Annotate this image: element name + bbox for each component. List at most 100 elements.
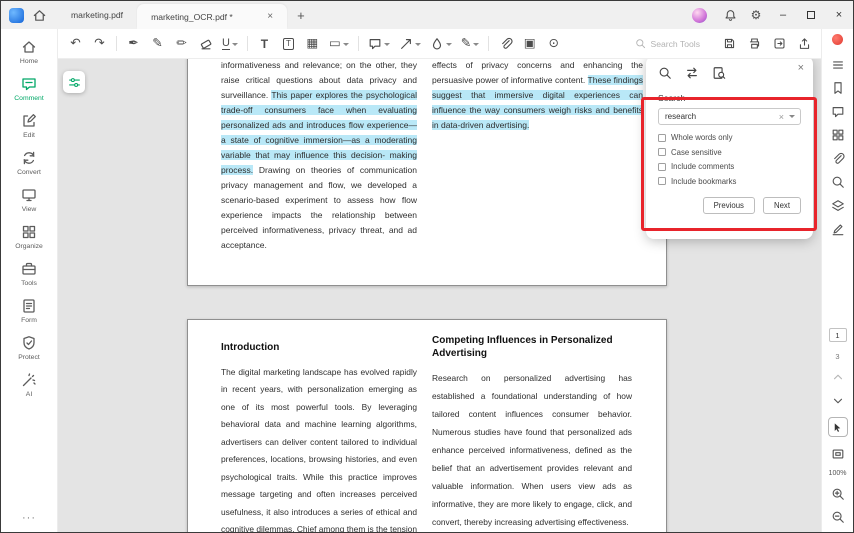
- right-rail: 1 3 100%: [821, 29, 853, 532]
- checkbox[interactable]: [658, 133, 666, 142]
- replace-swap-icon[interactable]: [685, 66, 699, 80]
- display-settings-button[interactable]: [63, 71, 85, 93]
- user-avatar[interactable]: [692, 7, 707, 23]
- line-arrow-button[interactable]: [399, 34, 421, 54]
- attachments-icon[interactable]: [831, 152, 845, 166]
- text-box-button[interactable]: T: [281, 34, 296, 54]
- home-icon[interactable]: [32, 8, 47, 23]
- next-page-chevron-icon[interactable]: [831, 394, 845, 408]
- sidebar-item-ai[interactable]: AI: [1, 366, 57, 403]
- sidebar-item-tools[interactable]: Tools: [1, 255, 57, 292]
- previous-page-chevron-icon[interactable]: [831, 370, 845, 384]
- tab-marketing-pdf[interactable]: marketing.pdf: [57, 1, 137, 29]
- highlight-pen-icon[interactable]: ✒: [126, 34, 141, 54]
- page-thumbnails-icon[interactable]: [831, 128, 845, 142]
- panel-menu-icon[interactable]: [831, 58, 845, 72]
- settings-gear-icon[interactable]: ⚙: [743, 1, 769, 29]
- chevron-down-icon: [342, 42, 349, 49]
- signature-pen-icon[interactable]: [831, 222, 845, 236]
- stamp-button[interactable]: ▣: [522, 34, 537, 54]
- export-icon[interactable]: [773, 37, 786, 50]
- bookmarks-icon[interactable]: [831, 81, 845, 95]
- sidebar-item-form[interactable]: Form: [1, 292, 57, 329]
- sidebar-item-home[interactable]: Home: [1, 33, 57, 70]
- maximize-button[interactable]: [797, 1, 825, 29]
- save-icon[interactable]: [723, 37, 736, 50]
- search-icon[interactable]: [658, 66, 672, 80]
- zoom-in-icon[interactable]: [831, 487, 845, 501]
- option-include-bookmarks[interactable]: Include bookmarks: [658, 177, 801, 186]
- undo-button[interactable]: ↶: [68, 34, 83, 54]
- checkbox[interactable]: [658, 148, 666, 156]
- pdf-page-1: informativeness and relevance; on the ot…: [187, 59, 667, 286]
- close-tab-icon[interactable]: ×: [267, 11, 273, 22]
- option-case-sensitive[interactable]: Case sensitive: [658, 148, 801, 157]
- chevron-down-icon: [383, 42, 390, 49]
- search-label: Search: [658, 93, 686, 103]
- shapes-button[interactable]: ▭: [329, 34, 349, 54]
- section-heading: Competing Influences in Personalized Adv…: [432, 335, 613, 359]
- underline-tool-button[interactable]: U: [222, 34, 238, 54]
- select-tool-button[interactable]: [827, 417, 848, 437]
- sidebar-more-button[interactable]: ···: [22, 512, 36, 524]
- chevron-down-icon: [473, 42, 480, 49]
- next-button[interactable]: Next: [762, 196, 801, 214]
- tab-label: marketing.pdf: [71, 10, 124, 20]
- sidebar-item-edit[interactable]: Edit: [1, 107, 57, 144]
- cursor-arrow-icon: [834, 422, 841, 432]
- sidebar-item-organize[interactable]: Organize: [1, 218, 57, 255]
- add-text-button[interactable]: T: [257, 34, 272, 54]
- search-tools-button[interactable]: Search Tools: [635, 38, 700, 49]
- option-include-comments[interactable]: Include comments: [658, 162, 801, 171]
- fit-page-icon[interactable]: [831, 447, 845, 461]
- ink-color-button[interactable]: [430, 34, 452, 54]
- table-button[interactable]: ▦: [305, 34, 320, 54]
- sidebar-item-convert[interactable]: Convert: [1, 144, 57, 181]
- page2-right-column: Competing Influences in Personalized Adv…: [432, 335, 632, 531]
- protect-shield-icon: [23, 335, 35, 350]
- search-input[interactable]: research ×: [658, 108, 801, 125]
- record-dot-icon[interactable]: [832, 34, 843, 45]
- notifications-bell-icon[interactable]: [717, 1, 743, 29]
- marker-icon[interactable]: ✏: [174, 34, 189, 54]
- comments-list-icon[interactable]: [831, 105, 845, 119]
- sidebar-item-view[interactable]: View: [1, 181, 57, 218]
- sliders-icon: [68, 77, 80, 87]
- pen-icon[interactable]: ✎: [150, 34, 165, 54]
- checkbox[interactable]: [658, 177, 666, 185]
- form-document-icon: [23, 298, 35, 313]
- pencil-color-button[interactable]: ✎: [461, 34, 480, 54]
- share-icon[interactable]: [798, 37, 811, 50]
- search-in-document-icon[interactable]: [712, 66, 726, 80]
- search-sidebar-icon[interactable]: [831, 175, 845, 189]
- maximize-icon: [807, 11, 815, 19]
- close-window-button[interactable]: ×: [825, 1, 853, 29]
- sticky-note-button[interactable]: [368, 34, 390, 54]
- option-whole-words[interactable]: Whole words only: [658, 133, 801, 142]
- search-options: Whole words only Case sensitive Include …: [658, 133, 801, 186]
- section-body: Research on personalized advertising has…: [432, 373, 632, 527]
- new-tab-button[interactable]: +: [287, 8, 315, 23]
- sidebar-item-comment[interactable]: Comment: [1, 70, 57, 107]
- titlebar-right: ⚙ – ×: [692, 1, 853, 29]
- search-history-chevron-icon[interactable]: [789, 115, 795, 121]
- chevron-down-icon: [445, 42, 452, 49]
- app-logo-icon[interactable]: [9, 7, 24, 23]
- visibility-eye-button[interactable]: ⊙: [546, 34, 561, 54]
- clear-input-icon[interactable]: ×: [779, 112, 784, 122]
- eraser-icon[interactable]: [198, 34, 213, 54]
- attach-file-button[interactable]: [498, 34, 513, 54]
- close-search-panel-icon[interactable]: ×: [798, 62, 804, 74]
- zoom-out-icon[interactable]: [831, 510, 845, 524]
- sidebar-item-protect[interactable]: Protect: [1, 329, 57, 366]
- toolbar-separator: [488, 36, 490, 51]
- convert-arrows-icon: [23, 151, 35, 164]
- previous-button[interactable]: Previous: [702, 196, 755, 214]
- minimize-button[interactable]: –: [769, 1, 797, 29]
- redo-button[interactable]: ↷: [92, 34, 107, 54]
- current-page-input[interactable]: 1: [828, 328, 847, 342]
- print-icon[interactable]: [748, 37, 761, 50]
- checkbox[interactable]: [658, 162, 666, 171]
- tab-marketing-ocr-pdf[interactable]: marketing_OCR.pdf * ×: [137, 4, 288, 29]
- layers-icon[interactable]: [831, 199, 845, 213]
